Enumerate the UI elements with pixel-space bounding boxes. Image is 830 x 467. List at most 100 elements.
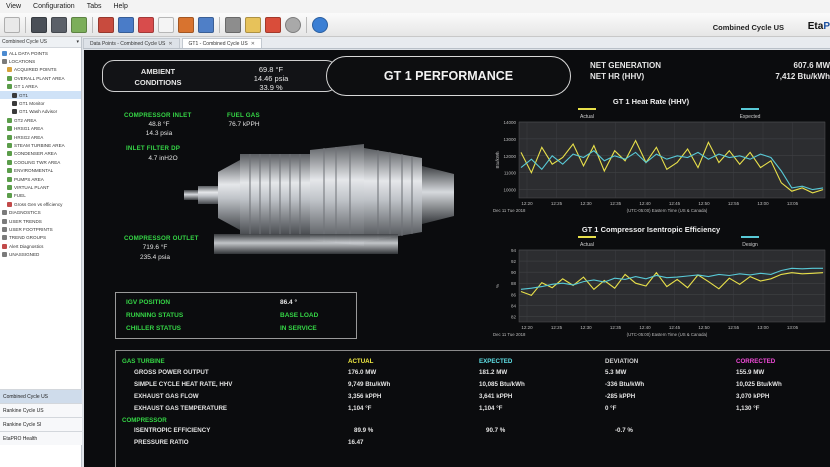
chiller-status-value: IN SERVICE [280,325,317,332]
project-title: Combined Cycle US [712,23,784,32]
tree-item[interactable]: GT 1 AREA [0,83,81,91]
new-icon[interactable] [4,16,20,33]
tree-item[interactable]: FUEL [0,192,81,200]
exhaust-diffuser [422,166,454,224]
tree-item-label: HRSG2 AREA [14,134,44,140]
document-icon[interactable] [158,16,174,33]
navigation-title: Combined Cycle US [2,39,48,45]
chart-icon[interactable] [71,16,87,33]
tree-item-label: USER TRENDS [9,218,42,224]
project-tab[interactable]: Combined Cycle US [0,389,82,403]
folder-icon[interactable] [245,16,261,33]
row-label: ISENTROPIC EFFICIENCY [134,427,211,434]
table-header-deviation: DEVIATION [605,358,639,365]
stop-icon[interactable] [138,16,154,33]
edit-icon[interactable] [118,16,134,33]
project-tab[interactable]: Rankine Cycle US [0,403,82,417]
tree-item[interactable]: HRSG1 AREA [0,125,81,133]
toolbar-separator [25,16,26,33]
tab-gt1[interactable]: GT1 - Combined Cycle US ✕ [181,38,262,48]
x-tick-label: 13:05 [787,325,799,330]
users-icon[interactable] [198,16,214,33]
menu-view[interactable]: View [0,3,27,10]
tree-item[interactable]: ENVIRONMENTAL [0,166,81,174]
x-tick-label: 12:50 [698,325,710,330]
help-icon[interactable] [312,16,328,33]
tree-item[interactable]: HRSG2 AREA [0,133,81,141]
pin-icon[interactable]: ▾ [76,39,79,45]
tree-item[interactable]: LOCATIONS [0,57,81,65]
tree-item[interactable]: GT1 Monitor [0,99,81,107]
x-tick-label: 12:30 [580,201,592,206]
tree-item-label: Alert Diagnostics [9,243,44,249]
report-icon[interactable] [178,16,194,33]
tools-icon[interactable] [225,16,241,33]
tree-item[interactable]: TREND GROUPS [0,234,81,242]
display-icon[interactable] [51,16,67,33]
x-tick-label: 12:20 [521,325,533,330]
close-icon[interactable]: ✕ [251,41,255,47]
shaft-coupling [184,190,198,200]
tree-item[interactable]: ACQUIRED POINTS [0,66,81,74]
tree-item[interactable]: PUMPS AREA [0,175,81,183]
folder-icon [7,151,12,157]
tab-data-points[interactable]: Data Points - Combined Cycle US ✕ [83,38,180,48]
tree-item[interactable]: GT1 [0,90,81,100]
tree-item[interactable]: VIRTUAL PLANT [0,183,81,191]
tree-item[interactable]: Gross Gen vs efficiency [0,200,81,208]
tree-item-label: VIRTUAL PLANT [14,184,50,190]
chiller-status-label: CHILLER STATUS [126,325,182,332]
menu-configuration[interactable]: Configuration [27,3,81,10]
legend-label: Expected [740,114,761,120]
tree-item[interactable]: CONDENSER AREA [0,150,81,158]
tree-item-label: TREND GROUPS [9,235,47,241]
tree-item[interactable]: ALL DATA POINTS [0,49,81,57]
tree-item-label: HRSG1 AREA [14,126,44,132]
x-tick-label: 12:55 [728,201,740,206]
logo-text: Eta [807,21,824,32]
performance-table: GAS TURBINE ACTUAL EXPECTED DEVIATION CO… [115,350,830,467]
tree-item[interactable]: OVERALL PLANT AREA [0,74,81,82]
menu-tabs[interactable]: Tabs [81,3,108,10]
ambient-conditions-panel: AMBIENT CONDITIONS 69.8 °F 14.46 psia 33… [102,60,338,92]
close-icon[interactable]: ✕ [168,41,172,47]
tree-item-label: UNASSIGNED [9,252,40,258]
tree-item[interactable]: Alert Diagnostics [0,242,81,250]
tree-item[interactable]: GT1 Wash Advisor [0,108,81,116]
running-status-row: RUNNING STATUS BASE LOAD [126,312,348,324]
row-label: SIMPLE CYCLE HEAT RATE, HHV [134,380,233,388]
tree-item[interactable]: USER TRENDS [0,217,81,225]
folder-icon [7,75,12,81]
tree-item[interactable]: USER FOOTPRINTS [0,225,81,233]
chart-title: GT 1 Heat Rate (HHV) [613,97,690,106]
folder-icon [7,159,12,165]
heat-rate-chart-svg: GT 1 Heat Rate (HHV) Actual Expected 10000 1… [493,97,826,213]
project-tab[interactable]: EtaPRO Health [0,431,82,445]
folder-icon [7,176,12,182]
project-tab[interactable]: Rankine Cycle SI [0,417,82,431]
navigation-tree: ALL DATA POINTS LOCATIONS ACQUIRED POINTS O… [0,48,81,259]
apple-icon[interactable] [265,16,281,33]
plot-area [518,249,826,323]
navigation-panel: Combined Cycle US ▾ ALL DATA POINTS LOCAT… [0,37,82,467]
tree-item[interactable]: STEAM TURBINE AREA [0,141,81,149]
tree-item[interactable]: GT2 AREA [0,116,81,124]
menu-help[interactable]: Help [107,3,133,10]
tree-item-label: DIAGNOSTICS [9,210,41,216]
app-window: View Configuration Tabs Help Combined Cy… [0,0,830,467]
tree-item[interactable]: UNASSIGNED [0,250,81,258]
header-row: AMBIENT CONDITIONS 69.8 °F 14.46 psia 33… [102,56,830,96]
gauge-icon[interactable] [285,16,301,33]
compressor-outlet-pressure: 235.4 psia [140,254,170,261]
tree-item[interactable]: COOLING TWR AREA [0,158,81,166]
monitor-icon[interactable] [31,16,47,33]
y-axis-label: % [495,284,500,288]
document-tabs: Data Points - Combined Cycle US ✕ GT1 - C… [83,37,830,49]
ambient-label: AMBIENT CONDITIONS [113,66,203,88]
ambient-values: 69.8 °F 14.46 psia 33.9 % [241,65,301,92]
table-section-compressor: COMPRESSOR [122,417,167,424]
tree-item[interactable]: DIAGNOSTICS [0,208,81,216]
folder-icon [7,126,12,132]
pyramid-icon[interactable] [98,16,114,33]
shaft [198,186,218,204]
